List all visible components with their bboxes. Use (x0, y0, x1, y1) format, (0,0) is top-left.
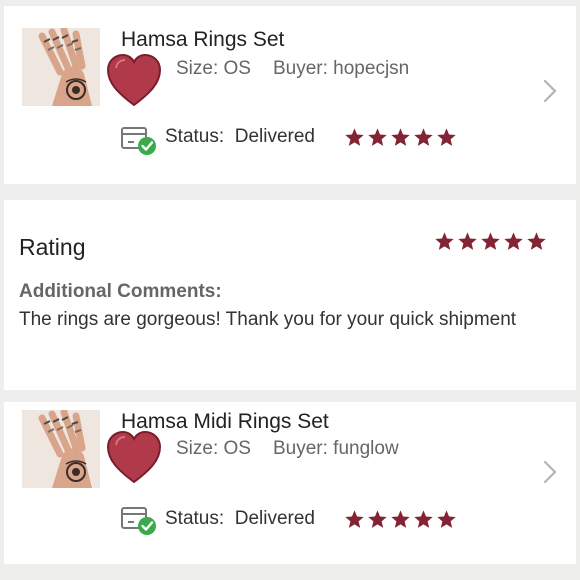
star-icon (368, 128, 387, 146)
order-status: Status: Delivered (165, 126, 315, 148)
rating-heading: Rating (19, 234, 86, 260)
star-icon (414, 510, 433, 528)
delivered-box-icon (121, 127, 156, 155)
status-value: Delivered (234, 508, 315, 529)
star-icon (414, 128, 433, 146)
heart-icon[interactable] (106, 53, 162, 107)
product-thumbnail[interactable] (22, 28, 100, 106)
star-icon (435, 232, 454, 250)
status-label: Status: (165, 508, 225, 529)
star-icon (481, 232, 500, 250)
order-card[interactable]: Hamsa Rings Set Size: OS Buyer: hopecjsn … (4, 6, 576, 184)
star-icon (437, 128, 456, 146)
chevron-right-icon[interactable] (542, 459, 558, 485)
star-rating (344, 127, 457, 148)
star-rating (434, 231, 547, 252)
size-label: Size: OS (176, 58, 251, 79)
buyer-label: Buyer: funglow (272, 438, 399, 459)
comments-label: Additional Comments: (19, 281, 222, 302)
heart-icon[interactable] (106, 430, 162, 484)
status-label: Status: (165, 126, 225, 147)
star-icon (345, 128, 364, 146)
delivered-box-icon (121, 507, 156, 535)
star-icon (391, 128, 410, 146)
chevron-right-icon[interactable] (542, 78, 558, 104)
star-icon (368, 510, 387, 528)
star-icon (458, 232, 477, 250)
star-icon (504, 232, 523, 250)
rating-card: Rating Additional Comments: The rings ar… (4, 200, 576, 390)
star-icon (345, 510, 364, 528)
buyer-label: Buyer: hopecjsn (272, 58, 410, 79)
comments-text: The rings are gorgeous! Thank you for yo… (19, 309, 517, 330)
product-thumbnail[interactable] (22, 410, 100, 488)
order-status: Status: Delivered (165, 508, 315, 530)
size-label: Size: OS (176, 438, 251, 459)
star-rating (344, 509, 457, 530)
product-title[interactable]: Hamsa Rings Set (121, 28, 284, 52)
product-meta: Size: OS Buyer: hopecjsn (176, 58, 409, 80)
product-meta: Size: OS Buyer: funglow (176, 438, 399, 460)
star-icon (391, 510, 410, 528)
status-value: Delivered (234, 126, 315, 147)
star-icon (527, 232, 546, 250)
star-icon (437, 510, 456, 528)
order-card[interactable]: Hamsa Midi Rings Set Size: OS Buyer: fung… (4, 402, 576, 564)
